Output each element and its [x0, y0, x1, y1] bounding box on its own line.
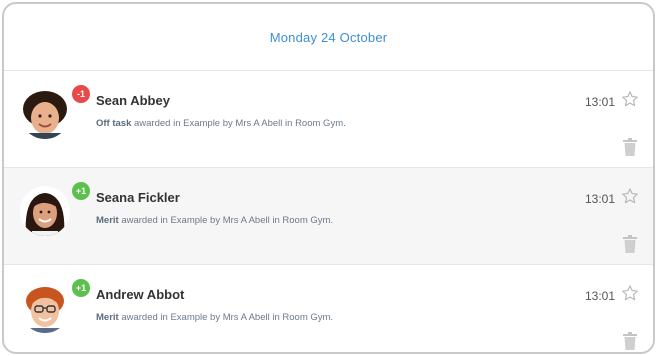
avatar [20, 89, 70, 139]
award-time: 13:01 [584, 95, 615, 109]
feed-item: +1 Seana Fickler Merit awarded in Exampl… [4, 168, 653, 265]
behaviour-type: Merit [96, 312, 119, 323]
avatar [20, 283, 70, 333]
behaviour-type: Off task [96, 118, 132, 129]
student-name[interactable]: Sean Abbey [96, 93, 170, 108]
trash-icon[interactable] [623, 332, 637, 350]
award-detail: Merit awarded in Example by Mrs A Abell … [96, 312, 333, 323]
avatar [20, 186, 70, 236]
student-name[interactable]: Andrew Abbot [96, 287, 184, 302]
award-detail-text: awarded in Example by Mrs A Abell in Roo… [118, 312, 334, 323]
negative-points-badge: -1 [72, 85, 90, 103]
trash-icon[interactable] [623, 235, 637, 253]
award-time: 13:01 [584, 192, 615, 206]
student-name[interactable]: Seana Fickler [96, 190, 180, 205]
behaviour-type: Merit [96, 215, 119, 226]
feed-item: -1 Sean Abbey Off task awarded in Exampl… [4, 71, 653, 168]
positive-points-badge: +1 [72, 182, 90, 200]
positive-points-badge: +1 [72, 279, 90, 297]
date-heading: Monday 24 October [4, 4, 653, 71]
award-time: 13:01 [584, 289, 615, 303]
award-detail-text: awarded in Example by Mrs A Abell in Roo… [118, 215, 334, 226]
award-detail: Merit awarded in Example by Mrs A Abell … [96, 215, 333, 226]
award-detail: Off task awarded in Example by Mrs A Abe… [96, 118, 346, 129]
feed-item: +1 Andrew Abbot Merit awarded in Example… [4, 265, 653, 352]
trash-icon[interactable] [623, 138, 637, 156]
star-outline-icon[interactable] [621, 284, 639, 302]
behaviour-feed-panel: Monday 24 October -1 Sean Abbey Off task… [2, 2, 655, 354]
star-outline-icon[interactable] [621, 187, 639, 205]
star-outline-icon[interactable] [621, 90, 639, 108]
award-detail-text: awarded in Example by Mrs A Abell in Roo… [131, 118, 346, 129]
